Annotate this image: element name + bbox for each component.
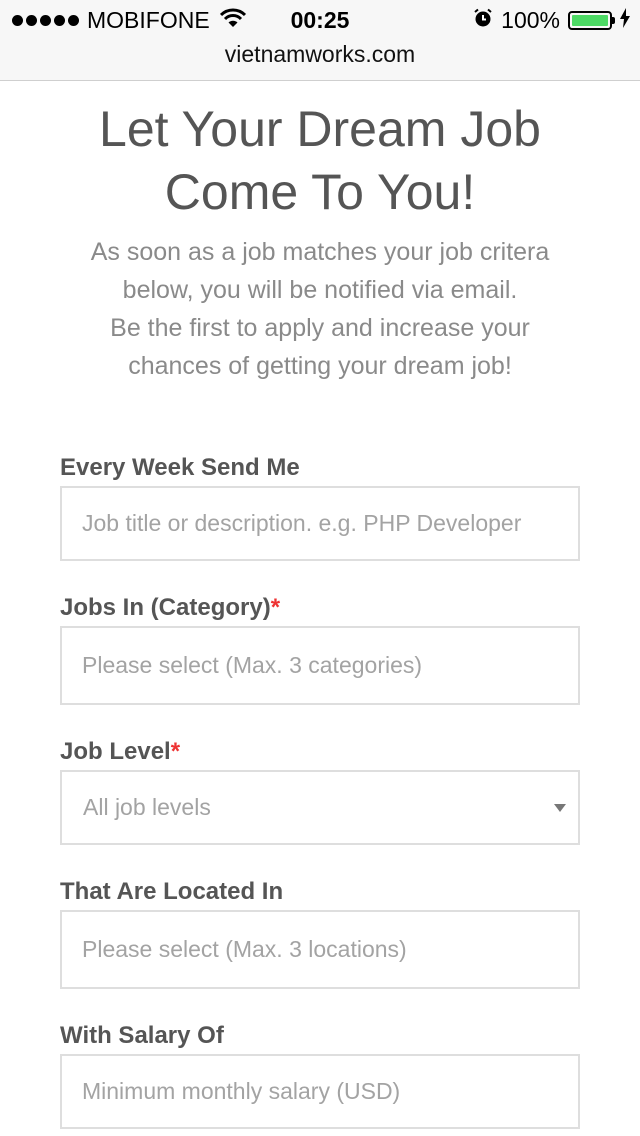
page-title: Let Your Dream Job Come To You! (20, 98, 620, 224)
dropdown-arrow-icon (554, 804, 566, 812)
job-level-value: All job levels (83, 794, 211, 820)
category-input[interactable] (62, 628, 578, 703)
category-field-box (60, 626, 580, 705)
job-level-select[interactable]: All job levels (60, 770, 580, 845)
alarm-icon (473, 7, 493, 34)
browser-chrome: MOBIFONE 00:25 100% vietnamworks.com (0, 0, 640, 81)
battery-icon (568, 11, 615, 30)
keyword-field-box (60, 486, 580, 561)
status-bar: MOBIFONE 00:25 100% (0, 0, 640, 40)
intro-line-4: chances of getting your dream job! (128, 352, 512, 380)
title-line-1: Let Your Dream Job (99, 101, 541, 157)
title-line-2: Come To You! (164, 164, 476, 220)
location-label: That Are Located In (60, 878, 284, 905)
required-mark: * (170, 738, 181, 765)
battery-percent: 100% (501, 7, 560, 33)
category-label-text: Jobs In (Category) (60, 594, 271, 621)
location-field-box (60, 910, 580, 989)
intro-line-1: As soon as a job matches your job criter… (90, 238, 550, 266)
intro-line-2: below, you will be notified via email. (122, 276, 518, 304)
keyword-input[interactable] (62, 488, 578, 559)
category-label: Jobs In (Category)* (60, 594, 280, 622)
location-input[interactable] (62, 912, 578, 987)
required-mark: * (270, 594, 281, 621)
intro-text: As soon as a job matches your job criter… (40, 233, 600, 385)
address-bar[interactable]: vietnamworks.com (0, 41, 640, 68)
keyword-label: Every Week Send Me (60, 454, 300, 481)
level-label-text: Job Level (60, 738, 171, 765)
salary-field-box (60, 1054, 580, 1129)
charging-icon (620, 7, 630, 34)
salary-input[interactable] (62, 1056, 578, 1127)
intro-line-3: Be the first to apply and increase your (110, 314, 530, 342)
level-label: Job Level* (60, 738, 180, 766)
status-right: 100% (473, 7, 630, 34)
salary-label: With Salary Of (60, 1022, 224, 1049)
